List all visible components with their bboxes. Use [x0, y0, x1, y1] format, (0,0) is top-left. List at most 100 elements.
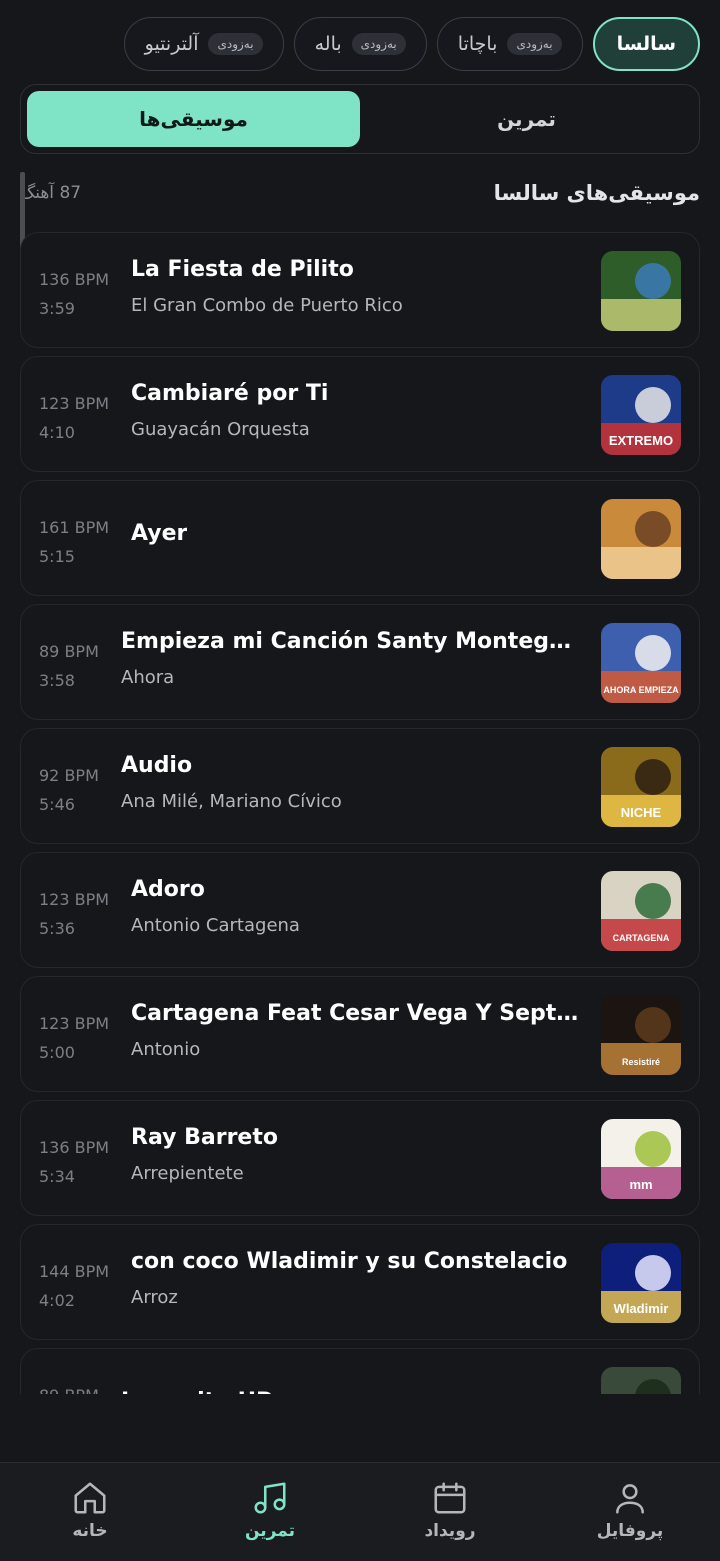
coming-soon-badge: به‌زودی	[507, 33, 562, 55]
song-meta: 136 BPM 5:34	[39, 1133, 119, 1191]
album-art-graphic	[601, 499, 681, 579]
album-art-text: CARTAGENA	[613, 933, 670, 943]
song-bpm: 92 BPM	[39, 766, 99, 785]
song-bpm: 89 BPM	[39, 1381, 119, 1394]
song-bpm: 89 BPM	[39, 642, 99, 661]
song-duration: 5:15	[39, 547, 75, 566]
album-art-graphic: EXTREMO	[601, 375, 681, 455]
song-meta: 123 BPM 5:00	[39, 1009, 119, 1067]
album-cover: mm	[601, 1119, 681, 1199]
song-count: 87 آهنگ	[20, 183, 82, 203]
nav-label: خانه	[72, 1521, 108, 1541]
song-card[interactable]: 123 BPM 5:36 Adoro Antonio Cartagena CARTAGE…	[20, 852, 700, 968]
genre-chip-salsa[interactable]: سالسا	[592, 17, 700, 71]
song-card[interactable]: 92 BPM 5:46 Audio Ana Milé, Mariano Cívico N…	[20, 728, 700, 844]
album-art-graphic: CARTAGENA	[601, 871, 681, 951]
song-meta: 136 BPM 3:59	[39, 265, 119, 323]
song-title: La Fiesta de Pilito	[131, 257, 354, 282]
song-bpm: 123 BPM	[39, 394, 110, 413]
song-title: con coco Wladimir y su Constelacio	[131, 1249, 568, 1274]
calendar-icon	[434, 1482, 466, 1514]
nav-events[interactable]: رویداد	[360, 1463, 540, 1561]
genre-chip-bachata[interactable]: باچاتا به‌زودی	[436, 17, 583, 71]
nav-profile[interactable]: پروفایل	[540, 1463, 720, 1561]
song-bpm: 136 BPM	[39, 270, 110, 289]
album-art-graphic: Resistiré	[601, 995, 681, 1075]
list-title: موسیقی‌های سالسا	[493, 181, 700, 205]
song-card[interactable]: 123 BPM 4:10 Cambiaré por Ti Guayacán Orque…	[20, 356, 700, 472]
song-title: Adoro	[131, 877, 205, 902]
song-meta: 123 BPM 5:36	[39, 885, 119, 943]
coming-soon-badge: به‌زودی	[351, 33, 406, 55]
album-art-graphic	[601, 251, 681, 331]
album-cover: EXTREMO	[601, 375, 681, 455]
album-art-graphic: mm	[601, 1119, 681, 1199]
song-card[interactable]: 136 BPM 3:59 La Fiesta de Pilito El Gran Co…	[20, 232, 700, 348]
song-card[interactable]: 161 BPM 5:15 Ayer	[20, 480, 700, 596]
song-card[interactable]: 89 BPMLa curita HD	[20, 1348, 700, 1394]
song-title: Audio	[121, 753, 193, 778]
album-art-text: AHORA EMPIEZA	[603, 685, 679, 695]
nav-home[interactable]: خانه	[0, 1463, 180, 1561]
album-art-text: Wladimir	[614, 1301, 669, 1316]
album-art-graphic: NICHE	[601, 747, 681, 827]
album-cover	[601, 1367, 681, 1394]
song-artist: Ahora	[121, 667, 175, 688]
genre-chip-ballet[interactable]: باله به‌زودی	[293, 17, 427, 71]
music-note-icon	[254, 1482, 286, 1514]
song-list: 136 BPM 3:59 La Fiesta de Pilito El Gran Co…	[20, 232, 700, 1394]
mode-segmented-control: موسیقی‌ها تمرین	[20, 84, 700, 154]
song-title: Ray Barreto	[131, 1125, 278, 1150]
album-art-graphic	[601, 1367, 681, 1394]
song-artist: Guayacán Orquesta	[131, 419, 310, 440]
genre-chip-alternative[interactable]: آلترنتیو به‌زودی	[123, 17, 284, 71]
genre-chip-label: سالسا	[616, 33, 676, 55]
album-art-text: Resistiré	[622, 1057, 660, 1067]
song-card[interactable]: 89 BPM 3:58 Empieza mi Canción Santy Monte…	[20, 604, 700, 720]
song-meta: 123 BPM 4:10	[39, 389, 119, 447]
song-duration: 5:36	[39, 919, 75, 938]
list-header: 87 آهنگ موسیقی‌های سالسا	[20, 178, 700, 208]
song-artist: Antonio	[131, 1039, 201, 1060]
song-duration: 3:59	[39, 299, 75, 318]
song-title: Cambiaré por Ti	[131, 381, 329, 406]
coming-soon-badge: به‌زودی	[208, 33, 263, 55]
home-icon	[74, 1482, 106, 1514]
song-meta: 89 BPM 3:58	[39, 637, 119, 695]
song-duration: 5:34	[39, 1167, 75, 1186]
album-cover	[601, 251, 681, 331]
song-card[interactable]: 123 BPM 5:00 Cartagena Feat Cesar Vega Y S…	[20, 976, 700, 1092]
song-duration: 4:02	[39, 1291, 75, 1310]
song-duration: 4:10	[39, 423, 75, 442]
nav-practice[interactable]: تمرین	[180, 1463, 360, 1561]
tab-practice[interactable]: تمرین	[360, 91, 693, 147]
song-bpm: 123 BPM	[39, 1014, 110, 1033]
song-bpm: 144 BPM	[39, 1262, 110, 1281]
genre-chips: سالسا باچاتا به‌زودی باله به‌زودی آلترنت…	[0, 17, 720, 71]
song-artist: Antonio Cartagena	[131, 915, 300, 936]
song-bpm: 161 BPM	[39, 518, 110, 537]
nav-label: رویداد	[424, 1521, 476, 1541]
genre-chip-label: آلترنتیو	[144, 33, 199, 55]
tab-music[interactable]: موسیقی‌ها	[27, 91, 360, 147]
song-bpm: 123 BPM	[39, 890, 110, 909]
song-title: Cartagena Feat Cesar Vega Y Septeto Aca.…	[131, 1001, 591, 1026]
song-meta: 89 BPM	[39, 1381, 119, 1394]
song-duration: 5:00	[39, 1043, 75, 1062]
user-icon	[616, 1484, 644, 1514]
song-card[interactable]: 144 BPM 4:02 con coco Wladimir y su Conste…	[20, 1224, 700, 1340]
album-cover: Resistiré	[601, 995, 681, 1075]
album-cover: NICHE	[601, 747, 681, 827]
song-duration: 3:58	[39, 671, 75, 690]
album-cover: Wladimir	[601, 1243, 681, 1323]
genre-chip-label: باچاتا	[457, 33, 498, 55]
album-cover	[601, 499, 681, 579]
bottom-navigation: خانه تمرین رویداد پروفایل	[0, 1462, 720, 1561]
genre-chip-label: باله	[314, 33, 342, 55]
song-artist: El Gran Combo de Puerto Rico	[131, 295, 403, 316]
song-title: Empieza mi Canción Santy Montega & Fabr.…	[121, 629, 581, 654]
album-cover: AHORA EMPIEZA	[601, 623, 681, 703]
album-art-graphic: Wladimir	[601, 1243, 681, 1323]
song-title: Ayer	[131, 521, 188, 546]
song-card[interactable]: 136 BPM 5:34 Ray Barreto Arrepientete mm	[20, 1100, 700, 1216]
